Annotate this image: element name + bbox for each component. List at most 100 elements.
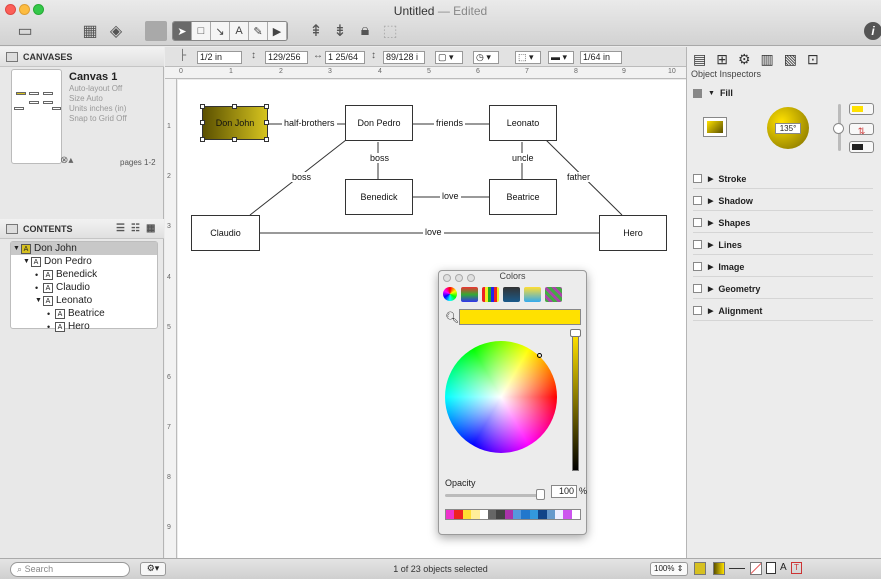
outline-item-beatrice[interactable]: • A Beatrice	[11, 307, 157, 320]
resize-handle[interactable]	[200, 137, 205, 142]
position-field[interactable]: 129/256	[265, 51, 308, 64]
outline-view-icon[interactable]: ☷	[131, 223, 140, 234]
resize-handle[interactable]	[264, 104, 269, 109]
opacity-thumb[interactable]	[536, 489, 545, 500]
group-icon[interactable]: ⬚	[380, 20, 400, 42]
edge-label-love[interactable]: love	[423, 227, 444, 237]
grid-view-icon[interactable]: ▦	[146, 223, 155, 234]
shape-don-john[interactable]: Don John	[202, 106, 268, 140]
disclosure-triangle-icon[interactable]: ▼	[13, 245, 21, 252]
canvas-icon[interactable]: ▦	[80, 20, 100, 42]
style-inspector-tab-icon[interactable]: ▤	[693, 51, 706, 67]
document-inspector-tab-icon[interactable]: ▧	[784, 51, 797, 67]
shape-tool-icon[interactable]: □	[192, 22, 211, 40]
fill-color-well[interactable]	[694, 562, 706, 575]
shape-leonato[interactable]: Leonato	[489, 105, 557, 141]
shape-beatrice[interactable]: Beatrice	[489, 179, 557, 215]
text-box-icon[interactable]: T	[791, 562, 802, 574]
image-palettes-tab-icon[interactable]	[503, 287, 520, 302]
color-sliders-tab-icon[interactable]	[461, 287, 478, 302]
shape-popup[interactable]: ◷ ▾	[473, 51, 499, 64]
resize-handle[interactable]	[232, 104, 237, 109]
fill-section-header[interactable]: ▼ Fill	[693, 83, 873, 103]
edge-label-uncle[interactable]: uncle	[510, 153, 536, 163]
stroke-style-popup[interactable]: ▢ ▾	[435, 51, 463, 64]
properties-inspector-tab-icon[interactable]: ⊞	[716, 51, 728, 67]
pen-tool-icon[interactable]: ✎	[249, 22, 268, 40]
disclosure-icon[interactable]: ▶	[708, 307, 713, 315]
gradient-color-1-well[interactable]	[849, 103, 874, 115]
shadow-section-header[interactable]: ▶ Shadow	[693, 191, 873, 211]
stroke-well[interactable]	[729, 568, 745, 569]
stroke-width-field[interactable]: 1/64 in	[580, 51, 622, 64]
height-field[interactable]: 89/128 i	[383, 51, 425, 64]
crayons-tab-icon[interactable]	[545, 287, 562, 302]
zoom-panel-button[interactable]	[467, 274, 475, 282]
edge-label-friends[interactable]: friends	[434, 118, 466, 128]
alignment-section-header[interactable]: ▶ Alignment	[693, 301, 873, 321]
outline-item-claudio[interactable]: • A Claudio	[11, 281, 157, 294]
text-tool-icon[interactable]: A	[780, 562, 787, 573]
shape-well[interactable]	[766, 562, 776, 574]
current-color-swatch[interactable]	[459, 309, 581, 325]
outline-item-hero[interactable]: • A Hero	[11, 320, 157, 333]
style-icon[interactable]	[145, 21, 167, 41]
gradient-color-2-well[interactable]	[849, 141, 874, 153]
canvas-thumbnail[interactable]	[11, 69, 62, 164]
shape-hero[interactable]: Hero	[599, 215, 667, 251]
send-back-icon[interactable]: ⇟	[330, 20, 350, 42]
inspector-info-icon[interactable]: i	[864, 22, 881, 40]
width-field[interactable]: 1 25/64	[325, 51, 365, 64]
edge-label-boss[interactable]: boss	[368, 153, 392, 163]
list-view-icon[interactable]: ☰	[116, 223, 125, 234]
fill-type-popup[interactable]	[703, 117, 727, 137]
geometry-section-header[interactable]: ▶ Geometry	[693, 279, 873, 299]
brightness-thumb[interactable]	[570, 329, 581, 337]
gradient-midpoint-thumb[interactable]	[833, 123, 844, 134]
line-width-field[interactable]: 1/2 in	[197, 51, 242, 64]
shape-benedick[interactable]: Benedick	[345, 179, 413, 215]
resize-handle[interactable]	[264, 137, 269, 142]
minimize-panel-button[interactable]	[455, 274, 463, 282]
lines-section-header[interactable]: ▶ Lines	[693, 235, 873, 255]
disclosure-icon[interactable]: ▶	[708, 285, 713, 293]
no-fill-well[interactable]	[750, 562, 762, 575]
resize-handle[interactable]	[232, 137, 237, 142]
opacity-field[interactable]: 100	[551, 485, 577, 498]
line-color-popup[interactable]: ▬ ▾	[548, 51, 574, 64]
edge-label-love[interactable]: love	[440, 191, 461, 201]
resize-handle[interactable]	[264, 120, 269, 125]
gradient-angle-field[interactable]: 135°	[775, 123, 801, 134]
lock-icon[interactable]: 🔒︎	[355, 20, 375, 42]
resize-handle[interactable]	[200, 120, 205, 125]
shapes-section-header[interactable]: ▶ Shapes	[693, 213, 873, 233]
disclosure-icon[interactable]: ▼	[708, 90, 715, 97]
close-panel-button[interactable]	[443, 274, 451, 282]
color-palettes-tab-icon[interactable]	[482, 287, 499, 302]
disclosure-icon[interactable]: ▶	[708, 175, 713, 183]
disclosure-icon[interactable]: ▶	[708, 219, 713, 227]
edge-label-boss[interactable]: boss	[290, 172, 314, 182]
image-section-header[interactable]: ▶ Image	[693, 257, 873, 277]
outline-item-benedick[interactable]: • A Benedick	[11, 268, 157, 281]
zoom-popup[interactable]: 100% ⇕	[650, 562, 688, 576]
pencils-tab-icon[interactable]	[524, 287, 541, 302]
selection-tool-icon[interactable]: ➤	[173, 22, 192, 40]
grid-inspector-tab-icon[interactable]: ⊡	[807, 51, 819, 67]
bring-front-icon[interactable]: ⇞	[306, 20, 326, 42]
gradient-well[interactable]	[713, 562, 725, 575]
disclosure-icon[interactable]: ▶	[708, 197, 713, 205]
canvas-inspector-tab-icon[interactable]: ▥	[761, 51, 774, 67]
settings-inspector-tab-icon[interactable]: ⚙︎	[738, 51, 751, 67]
color-wheel-cursor[interactable]	[537, 353, 542, 358]
opacity-slider[interactable]	[445, 494, 542, 497]
edge-label-half-brothers[interactable]: half-brothers	[282, 118, 337, 128]
layers-popup-icon[interactable]: ⊗▴	[60, 155, 73, 166]
disclosure-icon[interactable]: ▶	[708, 241, 713, 249]
sidebar-toggle-icon[interactable]: ▭	[14, 20, 36, 42]
outline-item-don-pedro[interactable]: ▼ A Don Pedro	[11, 255, 157, 268]
disclosure-triangle-icon[interactable]: ▼	[35, 297, 43, 304]
stroke-section-header[interactable]: ▶ Stroke	[693, 169, 873, 189]
outline-item-leonato[interactable]: ▼ A Leonato	[11, 294, 157, 307]
layers-icon[interactable]: ◈	[106, 20, 126, 42]
